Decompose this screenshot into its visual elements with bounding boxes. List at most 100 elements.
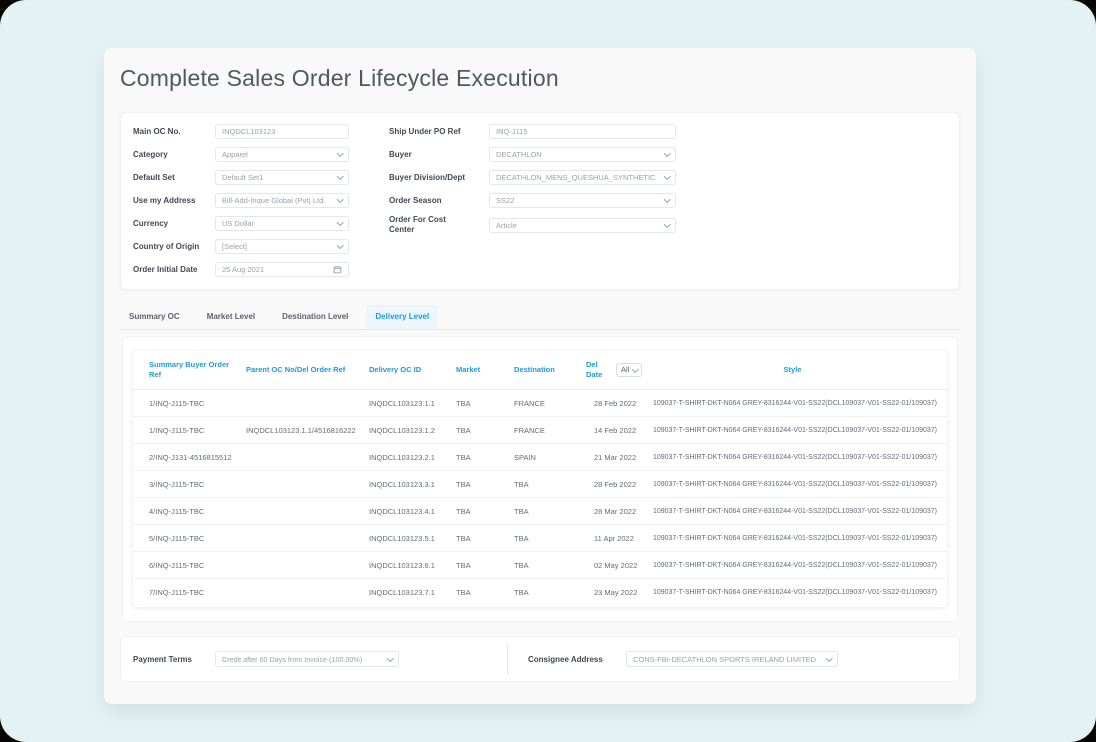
order-header-form: Main OC No. INQDCL103123 Category Appare… — [120, 112, 960, 290]
table-row: 5/INQ-J115-TBC INQDCL103123.5.1 TBA TBA … — [133, 525, 947, 552]
currency-select[interactable]: US Dollar — [215, 216, 349, 231]
chevron-down-icon — [632, 366, 638, 372]
table-row: 6/INQ-J115-TBC INQDCL103123.6.1 TBA TBA … — [133, 552, 947, 579]
delivery-level-panel: Summary Buyer Order Ref Parent OC No/Del… — [122, 336, 958, 622]
chevron-down-icon — [664, 221, 670, 227]
country-of-origin-select[interactable]: [Select] — [215, 239, 349, 254]
buyer-label: Buyer — [389, 150, 489, 160]
cell-summary-buyer-order-ref: 4/INQ-J115-TBC — [149, 507, 246, 516]
chevron-down-icon — [664, 150, 670, 156]
page-title: Complete Sales Order Lifecycle Execution — [120, 65, 559, 92]
cell-delivery-oc-id: INQDCL103123.7.1 — [369, 588, 456, 597]
del-date-filter-select[interactable]: All — [616, 363, 642, 377]
cell-market: TBA — [456, 399, 514, 408]
consignee-address-label: Consignee Address — [528, 655, 620, 664]
field-buyer-division: Buyer Division/Dept DECATHLON_MENS_QUESH… — [389, 166, 949, 189]
col-summary-buyer-order-ref: Summary Buyer Order Ref — [149, 360, 246, 380]
cell-destination: TBA — [514, 588, 586, 597]
table-row: 2/INQ-J131-4516815512 INQDCL103123.2.1 T… — [133, 444, 947, 471]
chevron-down-icon — [337, 196, 343, 202]
field-order-initial-date: Order Initial Date 25 Aug 2021 — [133, 258, 478, 281]
cell-delivery-oc-id: INQDCL103123.4.1 — [369, 507, 456, 516]
consignee-address-select[interactable]: CONS-FBI-DECATHLON SPORTS IRELAND LIMITE… — [626, 651, 838, 667]
tab-summary-oc[interactable]: Summary OC — [120, 305, 189, 329]
tab-destination-level[interactable]: Destination Level — [273, 305, 357, 329]
payment-terms-label: Payment Terms — [133, 655, 215, 664]
del-date-header-label: Del Date — [586, 360, 612, 380]
cell-destination: FRANCE — [514, 399, 586, 408]
table-row: 1/INQ-J115-TBC INQDCL103123.1.1/45168162… — [133, 417, 947, 444]
cell-destination: SPAIN — [514, 453, 586, 462]
col-parent-oc-no: Parent OC No/Del Order Ref — [246, 365, 369, 375]
table-row: 3/INQ-J115-TBC INQDCL103123.3.1 TBA TBA … — [133, 471, 947, 498]
chevron-down-icon — [826, 655, 832, 661]
chevron-down-icon — [337, 242, 343, 248]
cell-market: TBA — [456, 507, 514, 516]
cell-style: 109037-T-SHIRT-DKT-N064 GREY-8316244-V01… — [648, 427, 937, 434]
footer-divider — [507, 643, 508, 675]
cell-del-date: 02 May 2022 — [586, 561, 648, 570]
cell-summary-buyer-order-ref: 7/INQ-J115-TBC — [149, 588, 246, 597]
cell-summary-buyer-order-ref: 5/INQ-J115-TBC — [149, 534, 246, 543]
cell-del-date: 21 Mar 2022 — [586, 453, 648, 462]
cell-delivery-oc-id: INQDCL103123.1.2 — [369, 426, 456, 435]
cell-del-date: 14 Feb 2022 — [586, 426, 648, 435]
default-set-select[interactable]: Default Set1 — [215, 170, 349, 185]
use-my-address-select[interactable]: Bill-Add-Inque Global (Pvt) Ltd. — [215, 193, 349, 208]
buyer-division-select[interactable]: DECATHLON_MENS_QUESHUA_SYNTHETIC — [489, 170, 676, 185]
country-of-origin-label: Country of Origin — [133, 242, 215, 252]
table-body: 1/INQ-J115-TBC INQDCL103123.1.1 TBA FRAN… — [133, 390, 947, 606]
cell-del-date: 28 Feb 2022 — [586, 480, 648, 489]
chevron-down-icon — [337, 219, 343, 225]
cell-market: TBA — [456, 534, 514, 543]
delivery-table: Summary Buyer Order Ref Parent OC No/Del… — [133, 351, 947, 607]
currency-label: Currency — [133, 219, 215, 229]
calendar-icon[interactable] — [333, 265, 342, 274]
default-set-label: Default Set — [133, 173, 215, 183]
cell-style: 109037-T-SHIRT-DKT-N064 GREY-8316244-V01… — [648, 400, 937, 407]
ship-under-po-ref-input[interactable]: INQ-J115 — [489, 124, 676, 139]
cell-summary-buyer-order-ref: 2/INQ-J131-4516815512 — [149, 453, 246, 462]
cell-del-date: 23 May 2022 — [586, 588, 648, 597]
ship-under-po-ref-label: Ship Under PO Ref — [389, 127, 489, 137]
cell-del-date: 11 Apr 2022 — [586, 534, 648, 543]
category-select[interactable]: Apparel — [215, 147, 349, 162]
tab-delivery-level[interactable]: Delivery Level — [366, 305, 438, 329]
cell-destination: TBA — [514, 507, 586, 516]
buyer-division-label: Buyer Division/Dept — [389, 173, 489, 183]
cell-parent-oc-no: INQDCL103123.1.1/4516816222 — [246, 426, 369, 435]
order-initial-date-input[interactable]: 25 Aug 2021 — [215, 262, 349, 277]
buyer-select[interactable]: DECATHLON — [489, 147, 676, 162]
field-order-for-cost-center: Order For Cost Center Article — [389, 212, 949, 238]
field-buyer: Buyer DECATHLON — [389, 143, 949, 166]
tab-market-level[interactable]: Market Level — [198, 305, 264, 329]
footer-bar: Payment Terms Credit after 60 Days from … — [120, 636, 960, 682]
cell-summary-buyer-order-ref: 3/INQ-J115-TBC — [149, 480, 246, 489]
use-my-address-label: Use my Address — [133, 196, 215, 206]
order-for-cost-center-label: Order For Cost Center — [389, 215, 459, 235]
main-oc-no-input[interactable]: INQDCL103123 — [215, 124, 349, 139]
order-for-cost-center-select[interactable]: Article — [489, 218, 676, 233]
cell-market: TBA — [456, 561, 514, 570]
cell-style: 109037-T-SHIRT-DKT-N064 GREY-8316244-V01… — [648, 535, 937, 542]
col-style: Style — [648, 365, 937, 375]
cell-del-date: 28 Mar 2022 — [586, 507, 648, 516]
cell-market: TBA — [456, 426, 514, 435]
chevron-down-icon — [664, 173, 670, 179]
col-market: Market — [456, 365, 514, 375]
cell-destination: TBA — [514, 534, 586, 543]
cell-market: TBA — [456, 480, 514, 489]
chevron-down-icon — [337, 150, 343, 156]
field-country-of-origin: Country of Origin [Select] — [133, 235, 478, 258]
form-right-column: Ship Under PO Ref INQ-J115 Buyer DECATHL… — [389, 120, 949, 238]
cell-delivery-oc-id: INQDCL103123.1.1 — [369, 399, 456, 408]
cell-destination: TBA — [514, 480, 586, 489]
field-ship-under-po-ref: Ship Under PO Ref INQ-J115 — [389, 120, 949, 143]
order-season-label: Order Season — [389, 196, 489, 206]
field-order-season: Order Season SS22 — [389, 189, 949, 212]
cell-style: 109037-T-SHIRT-DKT-N064 GREY-8316244-V01… — [648, 454, 937, 461]
order-season-select[interactable]: SS22 — [489, 193, 676, 208]
cell-market: TBA — [456, 453, 514, 462]
payment-terms-select[interactable]: Credit after 60 Days from Invoice (100.0… — [215, 651, 399, 667]
order-initial-date-label: Order Initial Date — [133, 265, 215, 275]
